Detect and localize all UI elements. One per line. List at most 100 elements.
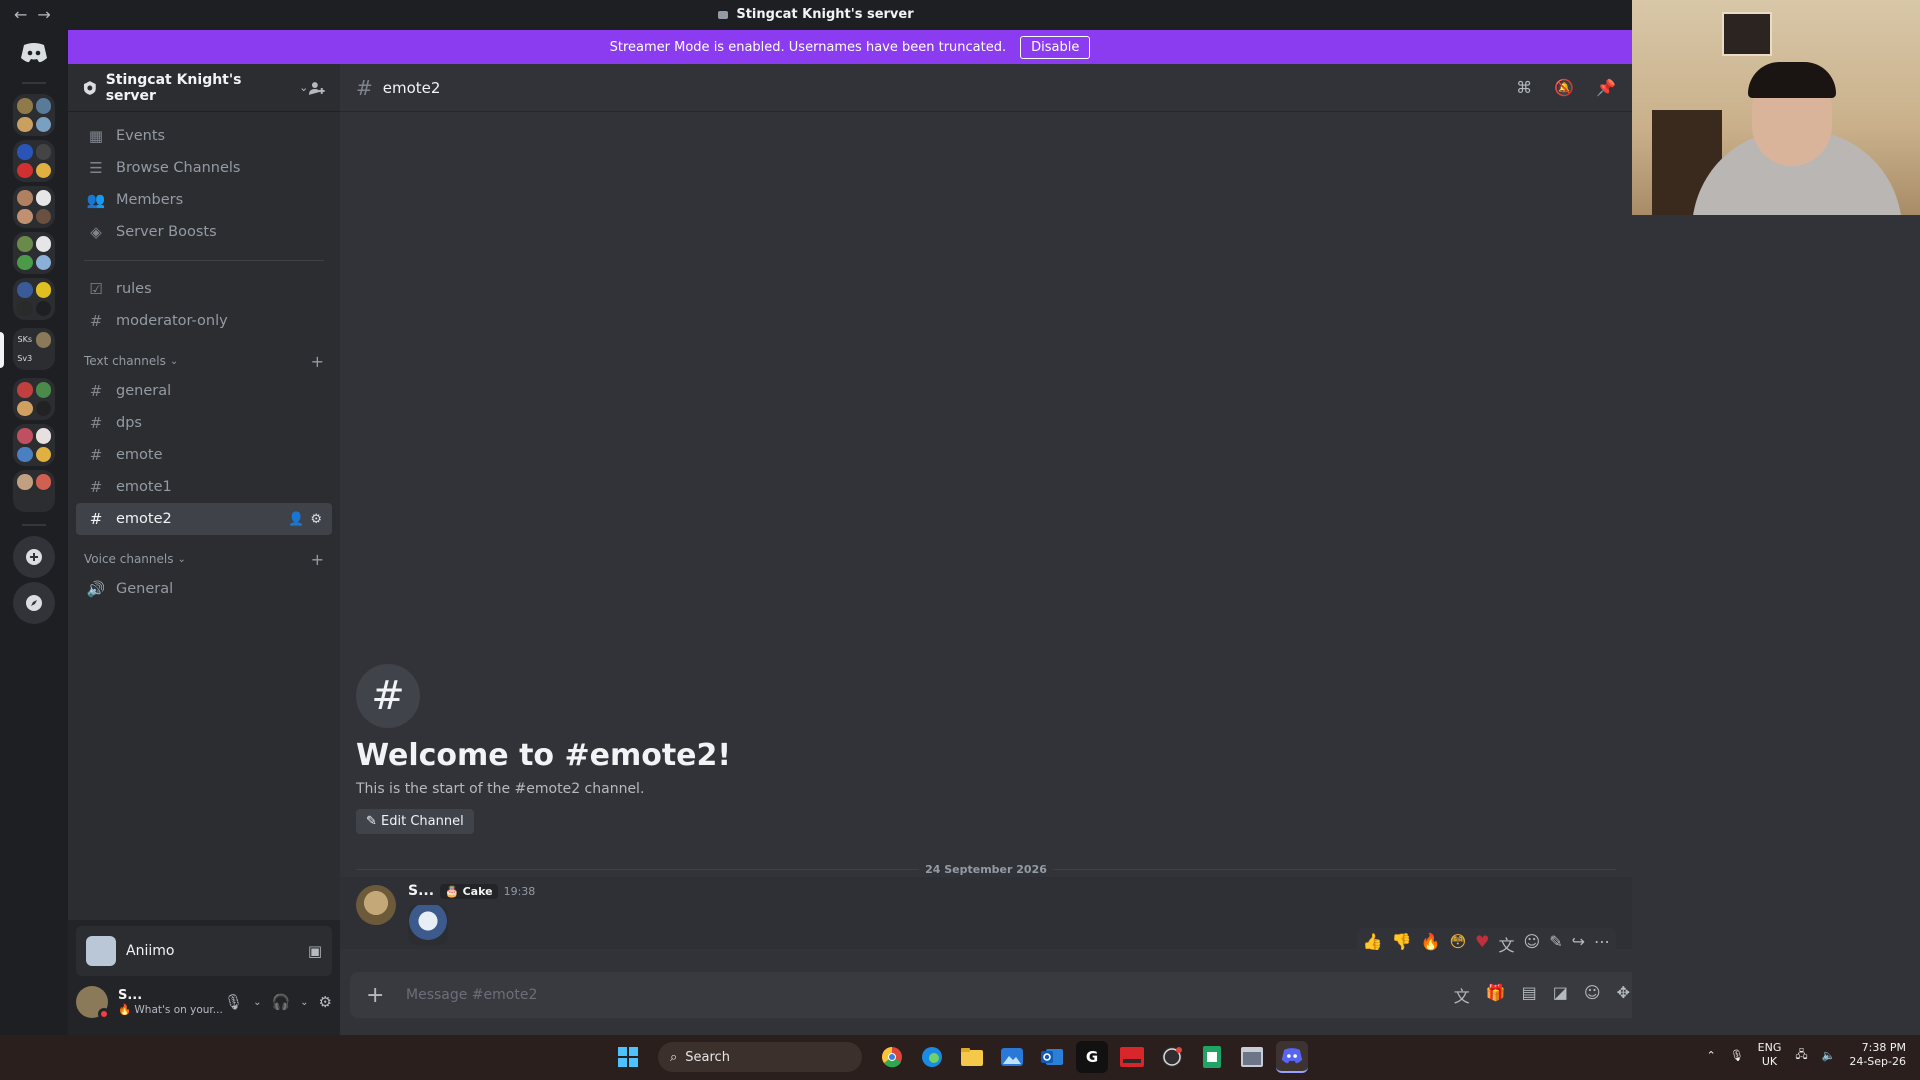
cake-icon: 🎂	[445, 884, 459, 898]
translate-icon[interactable]: 文	[1454, 983, 1470, 1007]
add-server-button[interactable]	[13, 536, 55, 578]
headphones-icon[interactable]: 🎧	[271, 993, 290, 1011]
emoji-icon[interactable]: ☺	[1584, 983, 1601, 1007]
app-window-icon[interactable]	[1236, 1041, 1268, 1073]
voice-channel-general[interactable]: 🔊 General	[76, 573, 332, 605]
tray-chevron-up-icon[interactable]: ⌃	[1706, 1049, 1715, 1062]
start-icon[interactable]	[612, 1041, 644, 1073]
spreadsheet-icon[interactable]	[1196, 1041, 1228, 1073]
channel-moderator-only[interactable]: # moderator-only	[76, 305, 332, 337]
translate-icon[interactable]: 文	[1498, 932, 1514, 956]
server-name: Stingcat Knight's server	[105, 71, 242, 104]
invite-people-icon[interactable]	[308, 79, 326, 97]
add-channel-icon[interactable]: +	[311, 352, 324, 371]
photos-icon[interactable]	[996, 1041, 1028, 1073]
channel-rules[interactable]: ☑ rules	[76, 273, 332, 305]
activity-card[interactable]: Aniimo ▣	[76, 926, 332, 976]
system-clock[interactable]: 7:38 PM 24-Sep-26	[1849, 1041, 1906, 1069]
active-server-indicator	[0, 332, 4, 368]
avatar[interactable]	[76, 986, 110, 1020]
language-indicator[interactable]: ENG UK	[1758, 1041, 1782, 1069]
fire-icon[interactable]: 🔥	[1421, 932, 1441, 956]
nav-browse-channels[interactable]: ☰ Browse Channels	[76, 152, 332, 184]
microphone-icon[interactable]: 🎙	[224, 993, 243, 1011]
disable-streamer-mode-button[interactable]: Disable	[1020, 35, 1091, 59]
channel-emote1[interactable]: # emote1	[76, 471, 332, 503]
screen-share-icon[interactable]: ▣	[308, 942, 322, 960]
discover-button[interactable]	[13, 582, 55, 624]
channel-dps[interactable]: # dps	[76, 407, 332, 439]
message-input[interactable]	[406, 987, 1454, 1003]
microphone-icon[interactable]: 🎙	[1730, 1049, 1744, 1062]
channel-emote1-label: emote1	[116, 479, 172, 495]
channel-sidebar: Stingcat Knight's server ⌄ ▦ Events ☰ Br…	[68, 64, 340, 1035]
server-folder-4[interactable]	[13, 232, 55, 274]
server-folder-7[interactable]	[13, 424, 55, 466]
chevron-down-icon: ⌄	[169, 355, 179, 367]
chrome-icon[interactable]	[876, 1041, 908, 1073]
message-author[interactable]: S...	[408, 883, 434, 899]
webcam-overlay	[1632, 0, 1920, 215]
pin-icon[interactable]: 📌	[1596, 78, 1616, 97]
obs-icon[interactable]	[1156, 1041, 1188, 1073]
discord-taskbar-icon[interactable]	[1276, 1041, 1308, 1073]
gear-icon[interactable]: ⚙	[310, 512, 322, 527]
server-folder-1[interactable]	[13, 94, 55, 136]
avatar[interactable]	[356, 885, 396, 925]
thumbs-down-icon[interactable]: 👎	[1392, 932, 1412, 956]
role-badge-label: Cake	[462, 884, 493, 898]
forward-icon[interactable]: ↪	[1572, 932, 1585, 956]
edit-icon[interactable]: ✎	[1549, 932, 1562, 956]
channel-general[interactable]: # general	[76, 375, 332, 407]
gift-icon[interactable]: 🎁	[1486, 983, 1506, 1007]
boost-icon: ◈	[90, 223, 102, 241]
notifications-muted-icon[interactable]: 🔕	[1554, 78, 1574, 97]
chevron-down-icon[interactable]: ⌄	[253, 997, 261, 1008]
gear-icon[interactable]: ⚙	[319, 993, 332, 1011]
g-app-icon[interactable]: G	[1076, 1041, 1108, 1073]
server-folder-8[interactable]	[13, 470, 55, 512]
chevron-down-icon[interactable]: ⌄	[300, 997, 308, 1008]
add-reaction-icon[interactable]: ☺	[1524, 932, 1541, 956]
server-folder-active[interactable]: SKs Sv3	[13, 328, 55, 370]
gif-icon[interactable]: ▤	[1522, 983, 1537, 1007]
server-folder-2[interactable]	[13, 140, 55, 182]
nav-members[interactable]: 👥 Members	[76, 184, 332, 216]
nav-members-label: Members	[116, 192, 184, 208]
thumbs-up-icon[interactable]: 👍	[1363, 932, 1383, 956]
category-text-channels[interactable]: Text channels ⌄ +	[68, 347, 340, 375]
channel-emote2[interactable]: # emote2 👤 ⚙	[76, 503, 332, 535]
face-icon[interactable]: 😳	[1449, 932, 1466, 956]
nav-server-boosts[interactable]: ◈ Server Boosts	[76, 216, 332, 248]
windows-logo-icon	[618, 1047, 638, 1067]
file-explorer-icon[interactable]	[956, 1041, 988, 1073]
channel-emote[interactable]: # emote	[76, 439, 332, 471]
sticker-image[interactable]	[408, 905, 448, 945]
sticker-icon[interactable]: ◪	[1553, 983, 1568, 1007]
add-channel-icon[interactable]: +	[311, 550, 324, 569]
more-icon[interactable]: ⋯	[1594, 932, 1610, 956]
taskbar-search[interactable]: ⌕ Search	[658, 1042, 862, 1072]
server-folder-6[interactable]	[13, 378, 55, 420]
edit-channel-button[interactable]: ✎ Edit Channel	[356, 809, 474, 834]
nav-events[interactable]: ▦ Events	[76, 120, 332, 152]
threads-icon[interactable]: ⌘	[1516, 78, 1532, 97]
voicemeeter-icon[interactable]	[1116, 1041, 1148, 1073]
apps-icon[interactable]: ✥	[1617, 983, 1630, 1007]
message-action-bar: 👍 👎 🔥 😳 ♥ 文 ☺ ✎ ↪ ⋯	[1356, 928, 1616, 960]
create-invite-icon[interactable]: 👤	[288, 512, 304, 527]
server-folder-3[interactable]	[13, 186, 55, 228]
category-voice-label: Voice channels	[84, 552, 174, 566]
edge-icon[interactable]	[916, 1041, 948, 1073]
category-voice-channels[interactable]: Voice channels ⌄ +	[68, 545, 340, 573]
volume-icon[interactable]: 🔈	[1822, 1049, 1836, 1062]
pencil-icon: ✎	[366, 814, 377, 829]
server-header[interactable]: Stingcat Knight's server ⌄	[68, 64, 340, 112]
network-icon[interactable]: 🖧	[1795, 1046, 1807, 1065]
discord-home-button[interactable]	[13, 32, 55, 74]
server-folder-5[interactable]	[13, 278, 55, 320]
heart-icon[interactable]: ♥	[1475, 932, 1489, 956]
attach-plus-icon[interactable]: +	[366, 983, 390, 1008]
outlook-icon[interactable]	[1036, 1041, 1068, 1073]
channel-welcome: # Welcome to #emote2! This is the start …	[356, 664, 731, 834]
